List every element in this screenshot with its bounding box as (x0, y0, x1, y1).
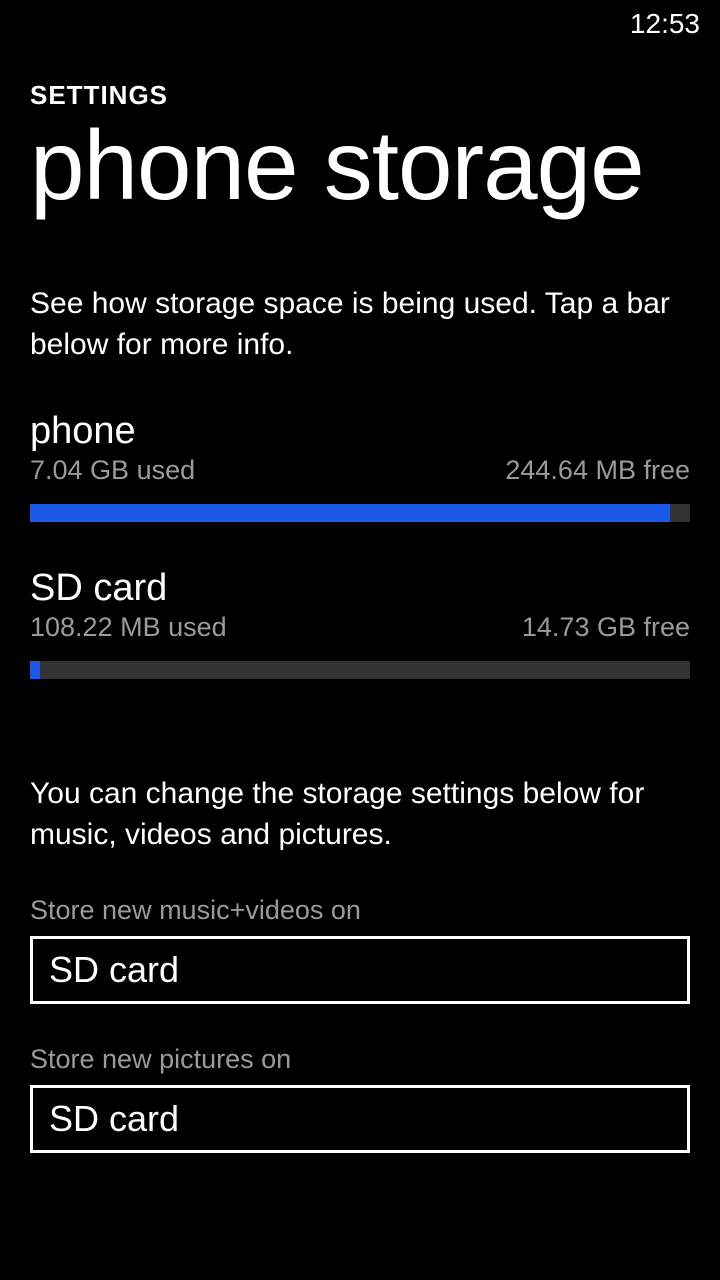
phone-storage-label: phone (30, 410, 690, 453)
page-title: phone storage (30, 116, 690, 214)
pictures-select-group: Store new pictures on SD card (30, 1044, 690, 1153)
status-time: 12:53 (630, 8, 700, 39)
phone-storage-free: 244.64 MB free (505, 455, 690, 486)
pictures-select-label: Store new pictures on (30, 1044, 690, 1075)
sdcard-storage-free: 14.73 GB free (522, 612, 690, 643)
phone-storage-row: 7.04 GB used 244.64 MB free (30, 455, 690, 486)
music-videos-select-group: Store new music+videos on SD card (30, 895, 690, 1004)
sdcard-progress-fill (30, 661, 40, 679)
sdcard-storage-used: 108.22 MB used (30, 612, 227, 643)
phone-storage-section[interactable]: phone 7.04 GB used 244.64 MB free (30, 410, 690, 522)
status-bar: 12:53 (630, 8, 700, 40)
phone-progress-fill (30, 504, 670, 522)
pictures-select[interactable]: SD card (30, 1085, 690, 1153)
main-content: SETTINGS phone storage See how storage s… (0, 0, 720, 1153)
phone-progress-bar[interactable] (30, 504, 690, 522)
sdcard-progress-bar[interactable] (30, 661, 690, 679)
phone-storage-used: 7.04 GB used (30, 455, 195, 486)
storage-description: See how storage space is being used. Tap… (30, 284, 690, 365)
music-videos-select-label: Store new music+videos on (30, 895, 690, 926)
settings-description: You can change the storage settings belo… (30, 774, 690, 855)
music-videos-select[interactable]: SD card (30, 936, 690, 1004)
breadcrumb: SETTINGS (30, 80, 690, 111)
sdcard-storage-section[interactable]: SD card 108.22 MB used 14.73 GB free (30, 567, 690, 679)
sdcard-storage-row: 108.22 MB used 14.73 GB free (30, 612, 690, 643)
sdcard-storage-label: SD card (30, 567, 690, 610)
